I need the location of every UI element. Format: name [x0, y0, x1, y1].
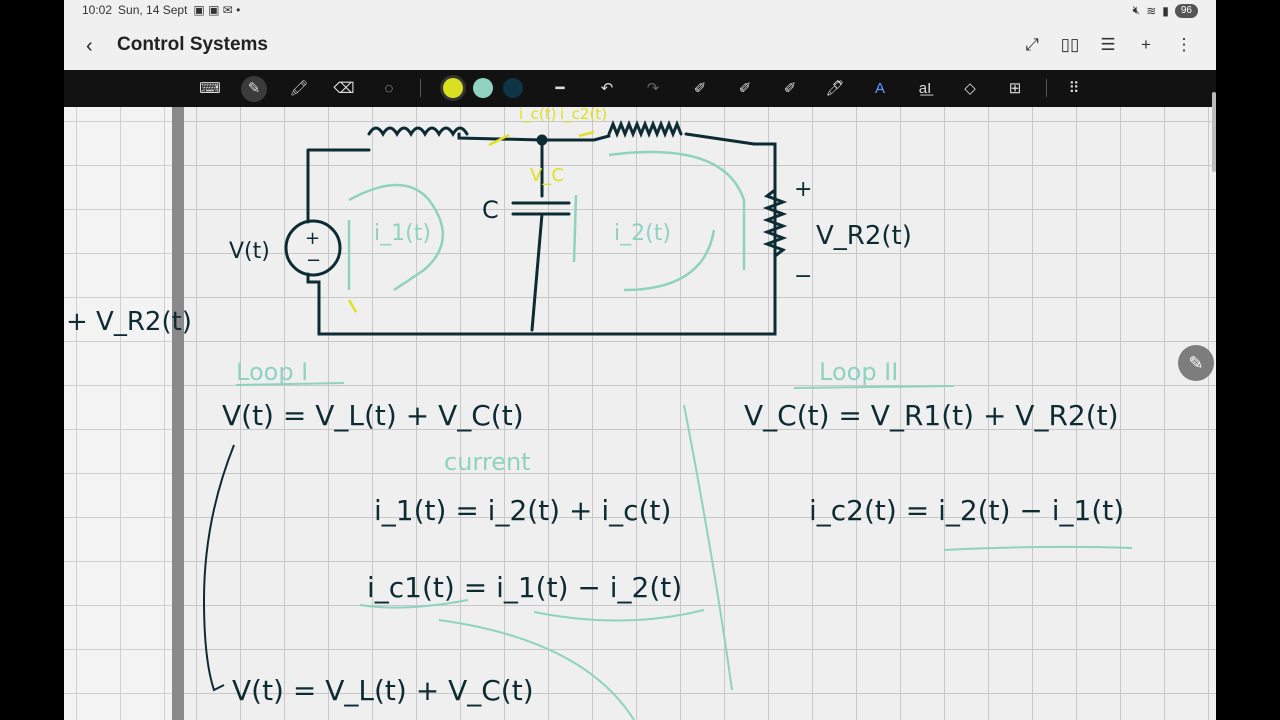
loop1-bracket	[202, 444, 235, 692]
source-current-arrow	[347, 299, 358, 313]
ic-arrow	[572, 194, 578, 263]
pencil-icon: ✎	[1188, 353, 1204, 373]
source-label: V(t)	[229, 239, 270, 264]
loop2-heading: Loop II	[819, 358, 898, 386]
loop1-heading: Loop I	[236, 358, 308, 386]
loop2-current-label: i_2(t)	[614, 221, 671, 246]
loop2-underline	[793, 385, 955, 389]
source-minus: −	[306, 250, 321, 271]
annotation-strokes	[235, 382, 1133, 720]
resistor-r1	[607, 119, 683, 139]
ic2-label: i_c2(t)	[560, 105, 607, 124]
handwriting-layer: V(t) + − C V_C i_c(t) i_c2(t) i_1(t) i_2…	[66, 105, 1133, 720]
current-heading: current	[444, 448, 531, 476]
loop1-current-label: i_1(t)	[374, 221, 431, 246]
letterbox-left	[0, 0, 64, 720]
r2-minus: −	[794, 264, 812, 289]
left-partial-equation: + V_R2(t)	[66, 307, 192, 337]
circuit-wire	[684, 132, 756, 146]
scrollbar[interactable]	[1212, 92, 1216, 172]
current-bracket	[683, 404, 733, 691]
resistor-r2	[762, 188, 788, 258]
loop2-equation-2: i_c2(t) = i_2(t) − i_1(t)	[809, 494, 1124, 527]
floating-edit-button[interactable]: ✎	[1178, 345, 1214, 381]
app-screen: 10:02 Sun, 14 Sept ▣ ▣ ✉ • 🔇︎ ≋ ▮ 96 ‹ C…	[64, 0, 1216, 720]
current-arrow-right	[578, 130, 595, 138]
junction-dot	[536, 134, 548, 146]
loop2-arrow	[608, 150, 746, 270]
loop1-equation-3: i_c1(t) = i_1(t) − i_2(t)	[367, 571, 682, 604]
r2-plus: +	[794, 177, 812, 202]
loop1-equation-1: V(t) = V_L(t) + V_C(t)	[222, 399, 524, 432]
loop1-equation-4: V(t) = V_L(t) + V_C(t)	[232, 674, 534, 707]
r2-voltage-label: V_R2(t)	[816, 221, 912, 251]
capacitor-label: C	[482, 196, 499, 224]
vc-label: V_C	[530, 165, 564, 186]
source-plus: +	[305, 228, 320, 249]
bracket-stroke	[202, 444, 235, 692]
loop2-equation-1: V_C(t) = V_R1(t) + V_R2(t)	[744, 399, 1119, 432]
eq3-underline	[533, 609, 705, 622]
circuit-diagram	[284, 119, 788, 336]
letterbox-right	[1216, 0, 1280, 720]
loop1-equation-2: i_1(t) = i_2(t) + i_c(t)	[374, 494, 671, 527]
loop2-eq2-underline	[943, 545, 1133, 551]
ic-label: i_c(t)	[519, 105, 557, 124]
inductor-coil	[367, 126, 469, 137]
